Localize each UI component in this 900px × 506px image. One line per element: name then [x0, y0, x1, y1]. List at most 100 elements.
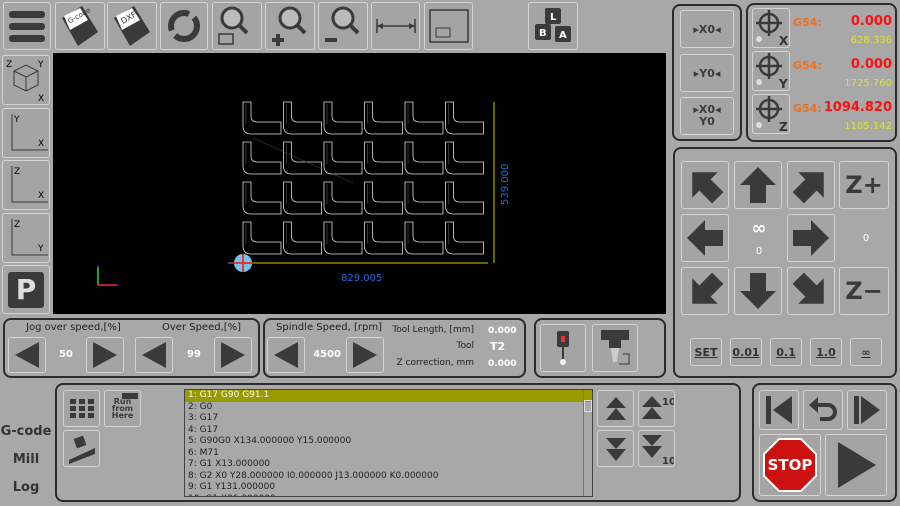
gcode-scrollbar[interactable] [583, 390, 592, 496]
jog-z-minus-button[interactable]: Z− [839, 267, 889, 315]
view-xz-button[interactable]: ZX [2, 160, 50, 210]
z-correction-label: Z correction, mm [396, 358, 474, 368]
menu-button[interactable] [3, 2, 51, 50]
run-from-here-button[interactable]: Run from Here [104, 390, 141, 427]
triangle-right-icon [353, 342, 377, 368]
jog-down-right-button[interactable] [787, 267, 835, 315]
zero-xy-button[interactable]: ▸X0◂ Y0 [680, 97, 734, 135]
view-iso-button[interactable]: Z Y X [2, 55, 50, 105]
double-down-arrow-10-icon: 10 [641, 434, 674, 465]
svg-text:Z: Z [6, 60, 12, 70]
measure-button[interactable] [371, 2, 420, 50]
toolpath-canvas[interactable]: 829.005 539.000 [53, 53, 666, 314]
svg-text:B: B [539, 28, 547, 39]
spindle-tool-icon [601, 330, 630, 365]
jog-down-button[interactable] [734, 267, 782, 315]
gcode-line[interactable]: 10: G1 X36.000000 [185, 494, 592, 497]
work-coord-y: 0.000 [850, 57, 892, 72]
zoom-in-button[interactable] [265, 2, 315, 50]
mill-sim-button[interactable] [63, 430, 100, 467]
zoom-window-button[interactable] [212, 2, 262, 50]
gcode-line[interactable]: 3: G17 [185, 413, 592, 425]
zero-y-button[interactable]: ▸ Y0 ◂ [680, 54, 734, 92]
jog-step-button[interactable]: SET [690, 338, 722, 366]
grid-view-button[interactable] [63, 390, 100, 427]
gcode-line[interactable]: 9: G1 Y131.000000 [185, 482, 592, 494]
jog-step-button[interactable]: 0.1 [770, 338, 802, 366]
arrow-down-icon [740, 273, 776, 309]
start-button[interactable] [825, 434, 887, 496]
set-z-button[interactable]: Z [752, 94, 790, 134]
machine-coord-z: 1105.142 [844, 121, 892, 132]
jog-down-left-button[interactable] [681, 267, 729, 315]
triangle-left-icon [274, 342, 298, 368]
set-x-button[interactable]: X [752, 8, 790, 48]
view-xy-button[interactable]: YX [2, 108, 50, 158]
jog-z-plus-button[interactable]: Z+ [839, 161, 889, 209]
over-speed-increase[interactable] [214, 337, 252, 373]
step-down-button[interactable] [597, 430, 634, 467]
undo-button[interactable] [803, 390, 843, 430]
tab-mill[interactable]: Mill [0, 452, 52, 467]
work-coord-x: 0.000 [850, 14, 892, 29]
jog-up-left-button[interactable] [681, 161, 729, 209]
fit-rect-icon [428, 9, 469, 43]
gcode-line[interactable]: 7: G1 X13.000000 [185, 459, 592, 471]
jog-step-button[interactable]: ∞ [850, 338, 882, 366]
rewind-button[interactable] [759, 390, 799, 430]
over-speed-decrease[interactable] [135, 337, 173, 373]
svg-text:Y: Y [13, 115, 20, 125]
refresh-button[interactable] [160, 2, 208, 50]
z-correction-value: 0.000 [488, 359, 517, 369]
step-down-10-button[interactable]: 10 [638, 430, 675, 467]
over-speed-value: 99 [187, 349, 201, 360]
tool-change-button[interactable] [592, 324, 638, 372]
svg-text:Z: Z [14, 167, 20, 177]
park-button[interactable]: P [2, 265, 50, 314]
gcode-line[interactable]: 2: G0 [185, 402, 592, 414]
fit-view-button[interactable] [424, 2, 473, 50]
svg-text:10: 10 [662, 456, 674, 465]
keyboard-button[interactable]: LB A [528, 2, 578, 50]
step-up-10-button[interactable]: 10 [638, 390, 675, 427]
svg-text:Y: Y [778, 77, 788, 90]
zoom-out-button[interactable] [318, 2, 368, 50]
jog-step-button[interactable]: 1.0 [810, 338, 842, 366]
tool-probe-button[interactable] [540, 324, 586, 372]
double-up-arrow-10-icon: 10 [641, 395, 674, 419]
gcode-line[interactable]: 4: G17 [185, 425, 592, 437]
tab-log[interactable]: Log [0, 480, 52, 495]
tab-gcode[interactable]: G-code [0, 424, 52, 439]
gcode-line[interactable]: 6: M71 [185, 448, 592, 460]
jog-speed-decrease[interactable] [8, 337, 46, 373]
zero-x-button[interactable]: ▸ X0 ◂ [680, 10, 734, 48]
double-down-arrow-icon [605, 437, 626, 461]
step-forward-button[interactable] [847, 390, 887, 430]
set-y-button[interactable]: Y [752, 51, 790, 91]
gcode-line[interactable]: 5: G90G0 X134.000000 Y15.000000 [185, 436, 592, 448]
svg-text:STOP: STOP [768, 456, 813, 474]
tool-length-value: 0.000 [488, 326, 517, 336]
spindle-decrease[interactable] [267, 337, 305, 373]
stop-button[interactable]: STOP [759, 434, 821, 496]
svg-text:10: 10 [662, 397, 674, 408]
jog-step-button[interactable]: 0.01 [730, 338, 762, 366]
view-zy-button[interactable]: ZY [2, 213, 50, 263]
jog-right-button[interactable] [787, 214, 835, 262]
jog-up-button[interactable] [734, 161, 782, 209]
double-up-arrow-icon [605, 396, 626, 420]
step-forward-icon [854, 396, 880, 424]
open-dxf-button[interactable]: DXF [107, 2, 157, 50]
gcode-line[interactable]: 8: G2 X0 Y28.000000 I0.000000 J13.000000… [185, 471, 592, 483]
svg-text:X: X [38, 139, 44, 149]
open-gcode-button[interactable]: G-code [55, 2, 105, 50]
step-up-button[interactable] [597, 390, 634, 427]
jog-left-button[interactable] [681, 214, 729, 262]
jog-up-right-button[interactable] [787, 161, 835, 209]
gcode-listbox[interactable]: 1: G17 G90 G91.1 2: G0 3: G17 4: G17 5: G90G… [184, 389, 593, 497]
jog-speed-increase[interactable] [86, 337, 124, 373]
gcode-line[interactable]: 1: G17 G90 G91.1 [185, 390, 592, 402]
arrow-down-right-icon [792, 272, 824, 304]
triangle-left-icon [142, 342, 166, 368]
spindle-increase[interactable] [346, 337, 384, 373]
